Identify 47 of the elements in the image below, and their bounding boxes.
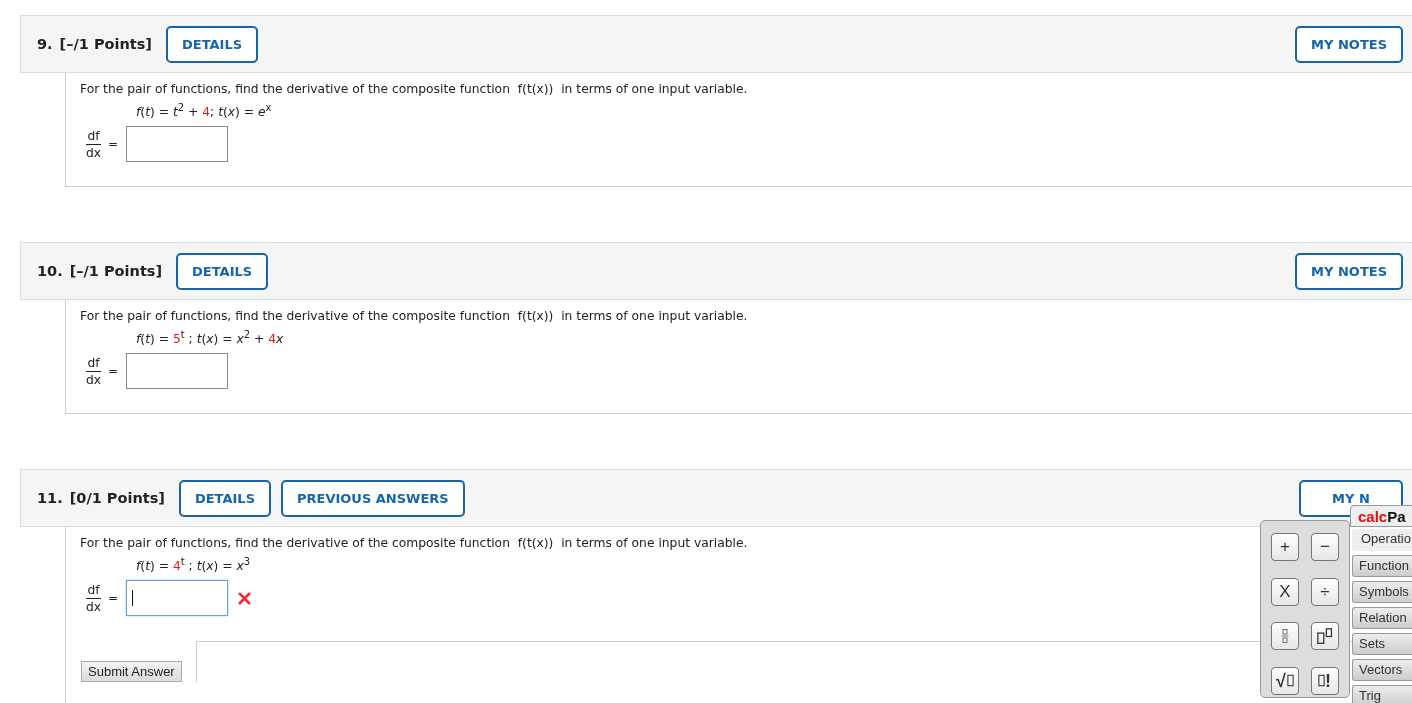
details-button[interactable]: DETAILS <box>176 252 269 290</box>
calcpad-key[interactable] <box>1311 622 1339 650</box>
calcpad-key[interactable]: X <box>1271 577 1299 606</box>
calcpad-key[interactable]: ÷ <box>1311 577 1339 606</box>
question-number: 11. <box>37 490 63 506</box>
details-button[interactable]: DETAILS <box>178 479 271 517</box>
answer-field[interactable] <box>126 580 229 616</box>
calcpad-key[interactable]: − <box>1311 533 1339 561</box>
calcpad-tab[interactable]: Function <box>1352 555 1412 577</box>
calcpad-tab[interactable]: Operatio <box>1352 529 1412 551</box>
exponent-icon <box>1316 627 1334 645</box>
question-number: 10. <box>37 263 63 279</box>
my-notes-button[interactable]: MY NOTES <box>1295 252 1403 290</box>
submit-answer-button[interactable]: Submit Answer <box>81 661 182 682</box>
question-text: For the pair of functions, find the derivative of the composite function f(t(x)) in terms of one input variable. <box>80 82 748 96</box>
calcpad-tab[interactable]: Sets <box>1352 633 1412 655</box>
points-label: [0/1 Points] <box>69 490 165 506</box>
placeholder-box-icon <box>1286 674 1294 687</box>
answer-field[interactable] <box>126 353 229 389</box>
equals-sign: = <box>108 591 119 605</box>
derivative-fraction: df dx <box>86 127 102 161</box>
calcpad-menu[interactable]: calcPa <box>1350 505 1412 527</box>
formula: f(t) = 4$^{t}$ ; t(x) = x$^{3}$ <box>136 559 251 575</box>
equals-sign: = <box>108 364 119 378</box>
question-text: For the pair of functions, find the derivative of the composite function f(t(x)) in terms of one input variable. <box>80 536 748 550</box>
details-button[interactable]: DETAILS <box>166 25 259 63</box>
question-text: For the pair of functions, find the derivative of the composite function f(t(x)) in terms of one input variable. <box>80 309 748 323</box>
calcpad-key[interactable]: √ <box>1271 666 1299 695</box>
points-label: [–/1 Points] <box>59 36 152 52</box>
my-notes-button[interactable]: MY NOTES <box>1295 25 1403 63</box>
formula: f(t) = t$^{2}$ + 4; t(x) = e$^{x}$ <box>136 105 272 121</box>
calcpad-tab[interactable]: Symbols <box>1352 581 1412 603</box>
formula: f(t) = 5$^{t}$ ; t(x) = x$^{2}$ + 4x <box>136 332 284 348</box>
details-button[interactable]: PREVIOUS ANSWERS <box>281 479 465 517</box>
derivative-fraction: df dx <box>86 581 102 615</box>
calcpad-key[interactable]: + <box>1271 533 1299 561</box>
derivative-fraction: df dx <box>86 354 102 388</box>
question-number: 9. <box>37 36 53 52</box>
answer-field[interactable] <box>126 126 229 162</box>
fraction-icon <box>1281 627 1289 645</box>
calcpad-tab[interactable]: Trig <box>1352 685 1412 703</box>
calcpad-tab[interactable]: Relation <box>1352 607 1412 629</box>
equals-sign: = <box>108 137 119 151</box>
calcpad-key[interactable]: ! <box>1311 666 1339 695</box>
calcpad-tab[interactable]: Vectors <box>1352 659 1412 681</box>
points-label: [–/1 Points] <box>69 263 163 279</box>
placeholder-box-icon <box>1318 674 1325 687</box>
